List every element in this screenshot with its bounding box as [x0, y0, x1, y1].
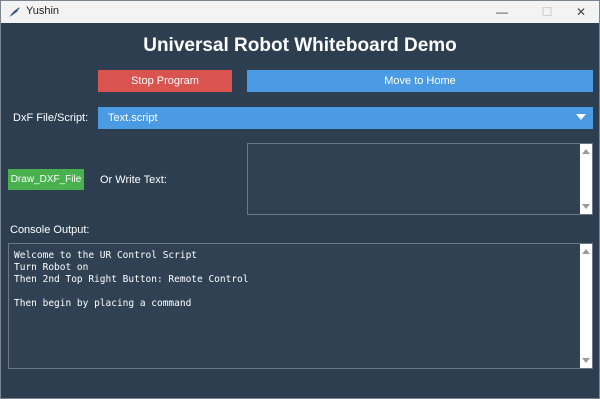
write-text-label: Or Write Text: [100, 174, 167, 186]
maximize-button[interactable]: ☐ [531, 1, 563, 23]
draw-dxf-button[interactable]: Draw_DXF_File [8, 169, 84, 190]
write-text-area[interactable] [247, 143, 593, 215]
close-button[interactable]: ✕ [565, 1, 597, 23]
scroll-up-icon[interactable] [582, 149, 590, 154]
window-title: Yushin [26, 5, 60, 17]
app-feather-icon [9, 7, 20, 17]
console-scrollbar[interactable] [580, 244, 592, 368]
app-window: Yushin — ☐ ✕ Universal Robot Whiteboard … [0, 0, 600, 399]
stop-program-button[interactable]: Stop Program [98, 70, 232, 92]
scroll-down-icon[interactable] [582, 358, 590, 363]
scroll-up-icon[interactable] [582, 249, 590, 254]
minimize-button[interactable]: — [486, 1, 518, 23]
file-select-label: DxF File/Script: [13, 112, 89, 124]
console-label: Console Output: [10, 224, 90, 236]
title-bar[interactable]: Yushin — ☐ ✕ [1, 1, 599, 23]
file-select-value: Text.script [108, 112, 158, 124]
page-title: Universal Robot Whiteboard Demo [143, 35, 457, 56]
file-select-dropdown[interactable]: Text.script [98, 107, 593, 129]
console-output[interactable]: Welcome to the UR Control Script Turn Ro… [8, 243, 593, 369]
scroll-down-icon[interactable] [582, 204, 590, 209]
write-text-scrollbar[interactable] [580, 144, 592, 214]
console-text: Welcome to the UR Control Script Turn Ro… [14, 250, 249, 309]
move-home-button[interactable]: Move to Home [247, 70, 593, 92]
chevron-down-icon [576, 114, 586, 120]
